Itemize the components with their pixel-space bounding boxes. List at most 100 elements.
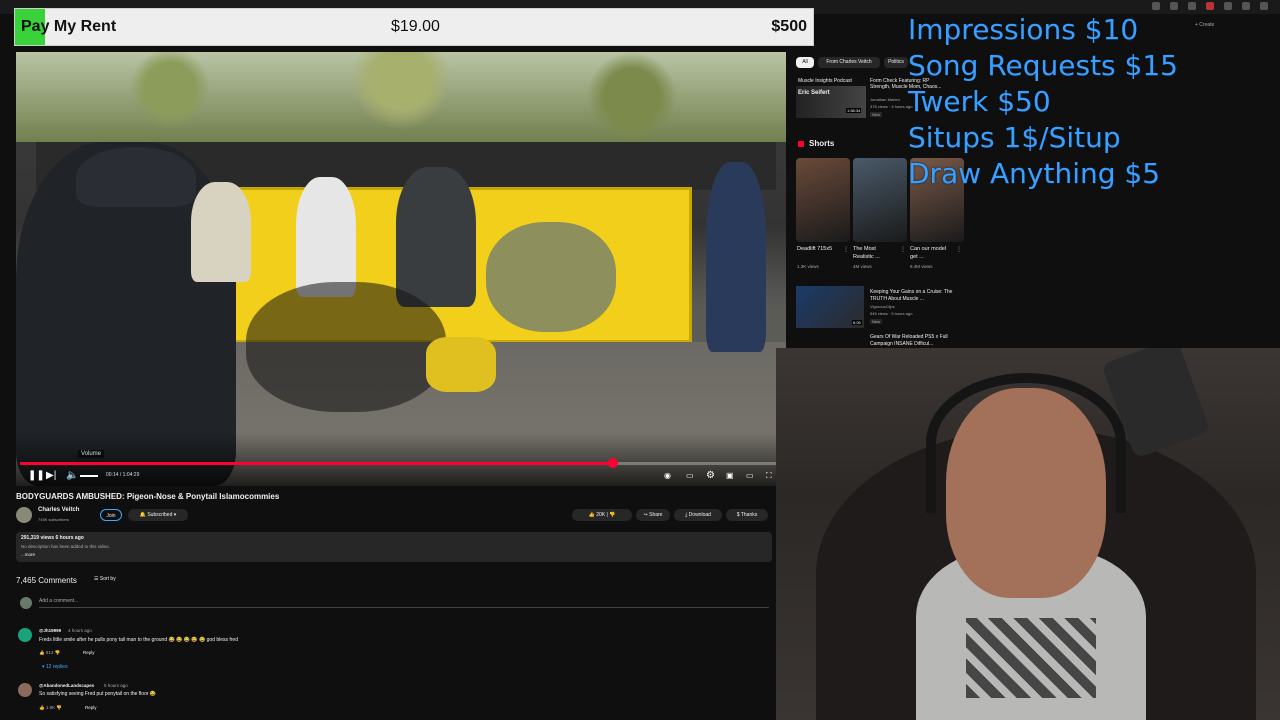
puzzle-icon[interactable] (1224, 2, 1232, 10)
thanks-label: Thanks (740, 512, 758, 518)
like-dislike-button[interactable]: 👍 20K | 👎 (572, 509, 632, 521)
subscribed-button[interactable]: 🔔 Subscribed ▾ (128, 509, 188, 521)
chip-from-channel[interactable]: From Charles Veitch (818, 57, 880, 68)
chip-politics[interactable]: Politics (884, 57, 908, 68)
video-scene-person (706, 162, 766, 352)
short-title[interactable]: The Most Realistic ... (853, 245, 897, 261)
comment-avatar[interactable] (18, 628, 32, 642)
video-title: BODYGUARDS AMBUSHED: Pigeon-Nose & Ponyt… (16, 492, 280, 501)
short-title[interactable]: Can our model get ... (910, 245, 954, 261)
autoplay-toggle[interactable]: ◉ (664, 470, 671, 482)
comment-like-count: 1.9K (45, 705, 56, 710)
browser-toolbar-icons (1152, 0, 1268, 12)
video-scene-bag (426, 337, 496, 392)
time-display: 00:14 / 1:04:29 (106, 472, 140, 478)
new-badge: New (870, 319, 883, 324)
progress-scrubber[interactable] (607, 458, 618, 468)
comment-username[interactable]: @AbandonedLandscapes (39, 683, 94, 688)
video-duration: 1:58:34 (846, 108, 862, 113)
search-icon[interactable] (1170, 2, 1178, 10)
video-scene-bicycle (246, 282, 446, 412)
comment-username[interactable]: @Jh19999 (39, 628, 61, 633)
short-title[interactable]: Deadlift 715x5 (797, 245, 841, 253)
create-button[interactable]: + Create (1195, 22, 1214, 28)
profile-icon[interactable] (1242, 2, 1250, 10)
thumbs-down-icon: 👎 (53, 650, 61, 655)
more-options-icon[interactable]: ⋮ (843, 246, 849, 253)
chevron-down-icon: ▾ (172, 512, 177, 518)
comment-text: Freds little smile after he pulls pony t… (39, 637, 238, 643)
menu-icon[interactable] (1260, 2, 1268, 10)
recommended-video-title[interactable]: Gears Of War Reloaded PS5 x Full Campaig… (870, 334, 960, 348)
short-thumbnail[interactable] (796, 158, 850, 242)
price-line-draw-anything: Draw Anything $5 (908, 157, 1161, 190)
volume-icon[interactable]: 🔈 (66, 470, 78, 482)
subscribed-label: Subscribed (147, 512, 173, 518)
comment-avatar[interactable] (18, 683, 32, 697)
progress-fill (20, 462, 613, 465)
channel-name[interactable]: Charles Veitch (38, 507, 79, 513)
thumbs-up-icon: 👍 (39, 650, 46, 655)
new-badge: New (870, 112, 883, 117)
settings-gear-icon[interactable]: ⚙ (706, 470, 715, 482)
share-button[interactable]: ↪ Share (636, 509, 670, 521)
chip-all[interactable]: All (796, 57, 814, 68)
theater-icon[interactable]: ▭ (746, 470, 754, 482)
add-comment-input[interactable]: Add a comment... (39, 598, 769, 608)
thanks-button[interactable]: $ Thanks (726, 509, 768, 521)
webcam-shirt-print (966, 618, 1096, 698)
reply-button[interactable]: Reply (83, 650, 95, 655)
captions-icon[interactable]: ▭ (686, 470, 694, 482)
recommended-video-channel: Jonathan Marlen (870, 97, 900, 102)
short-views: 1.3K views (797, 264, 819, 269)
record-icon[interactable] (1206, 2, 1214, 10)
price-line-twerk: Twerk $50 (908, 85, 1051, 118)
short-thumbnail[interactable] (853, 158, 907, 242)
video-duration: 6:05 (852, 320, 862, 325)
progress-bar[interactable] (20, 458, 780, 468)
recommended-video-title[interactable]: Keeping Your Gains on a Cruise: The TRUT… (870, 289, 960, 303)
price-line-song-requests: Song Requests $15 (908, 49, 1178, 82)
shorts-heading: Shorts (809, 139, 835, 148)
join-button[interactable]: Join (100, 509, 122, 521)
short-views: 8.4M views (910, 264, 933, 269)
sort-by-button[interactable]: ☰ Sort by (94, 576, 116, 582)
comment-like-button[interactable]: 👍 813 👎 (39, 650, 60, 656)
view-stats: 291,319 views 6 hours ago (21, 535, 84, 541)
download-button[interactable]: ⤓ Download (674, 509, 722, 521)
reply-button[interactable]: Reply (85, 705, 97, 710)
more-options-icon[interactable]: ⋮ (956, 246, 962, 253)
show-more-link[interactable]: ...more (21, 552, 35, 557)
view-replies-button[interactable]: ▾ 12 replies (42, 664, 68, 670)
comment-age: 4 hours ago (68, 628, 92, 633)
headphones-icon (926, 373, 1126, 513)
video-scene-trees (16, 52, 786, 142)
video-player[interactable]: Volume ❚❚ ▶| 🔈 00:14 / 1:04:29 ◉ ▭ ⚙ ▣ ▭… (16, 52, 786, 486)
more-options-icon[interactable]: ⋮ (900, 246, 906, 253)
next-icon[interactable]: ▶| (46, 470, 56, 482)
star-icon[interactable] (1188, 2, 1196, 10)
thumbs-down-icon: 👎 (55, 705, 62, 710)
video-scene-bicycle (486, 222, 616, 332)
download-label: Download (688, 512, 711, 518)
subscriber-count: 745K subscribers (38, 517, 69, 522)
description-box[interactable]: 291,319 views 6 hours ago No description… (16, 532, 772, 562)
shorts-icon (798, 141, 804, 147)
extension-icon[interactable] (1152, 2, 1160, 10)
pause-icon[interactable]: ❚❚ (28, 470, 45, 482)
goal-target-amount: $500 (771, 18, 807, 35)
sort-label: Sort by (99, 576, 116, 582)
recommended-video-meta: 378 views · 4 hours ago (870, 104, 913, 109)
comment-count: 7,465 Comments (16, 576, 77, 585)
miniplayer-icon[interactable]: ▣ (726, 470, 734, 482)
stream-price-list: Impressions $10 Song Requests $15 Twerk … (908, 12, 1178, 192)
video-scene-person (191, 182, 251, 282)
donation-goal-bar: Pay My Rent $19.00 $500 (14, 8, 814, 46)
comment-text: So satisfying seeing Fred put ponytail o… (39, 691, 157, 697)
volume-slider[interactable] (80, 475, 98, 477)
comment-like-button[interactable]: 👍 1.9K 👎 (39, 705, 62, 711)
recommended-video-channel: VigorousClips (870, 304, 895, 309)
fullscreen-icon[interactable]: ⛶ (766, 470, 772, 482)
thumbs-up-icon: 👍 (39, 705, 46, 710)
channel-avatar[interactable] (16, 507, 32, 523)
